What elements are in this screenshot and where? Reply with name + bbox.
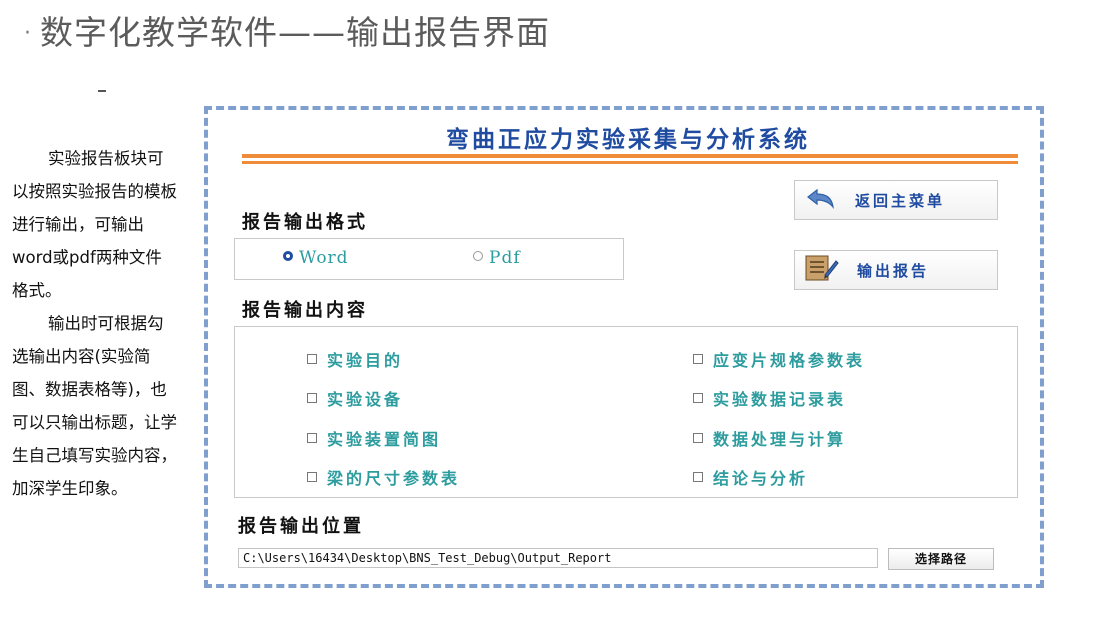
slide-title-text: 数字化教学软件——输出报告界面 — [40, 13, 550, 52]
export-report-label: 输出报告 — [857, 261, 930, 280]
back-arrow-icon — [805, 187, 837, 213]
checkbox-icon — [693, 393, 703, 403]
pdf-radio-label: Pdf — [489, 248, 521, 268]
checkbox-label: 应变片规格参数表 — [713, 351, 866, 370]
checkbox-icon — [693, 433, 703, 443]
checkbox-icon — [307, 393, 317, 403]
back-to-main-menu-button[interactable]: 返回主菜单 — [794, 180, 998, 220]
app-window: 弯曲正应力实验采集与分析系统 返回主菜单 输出报告 报告输出格式 Word Pd… — [204, 106, 1044, 588]
checkbox-label: 实验目的 — [327, 351, 404, 370]
choose-path-button[interactable]: 选择路径 — [888, 548, 994, 570]
word-radio-option[interactable]: Word — [283, 248, 349, 268]
app-title: 弯曲正应力实验采集与分析系统 — [446, 126, 810, 153]
checkbox-label: 数据处理与计算 — [713, 430, 847, 449]
export-report-button[interactable]: 输出报告 — [794, 250, 998, 290]
checkbox-icon — [307, 433, 317, 443]
checkbox-label: 实验装置简图 — [327, 430, 442, 449]
side-description: 实验报告板块可以按照实验报告的模板进行输出，可输出word或pdf两种文件格式。… — [12, 142, 178, 505]
checkbox-label: 结论与分析 — [713, 469, 809, 488]
title-rule-bottom — [242, 161, 1018, 164]
checkbox-label: 梁的尺寸参数表 — [327, 469, 461, 488]
word-radio-selected-icon — [283, 251, 293, 261]
checkbox-icon — [693, 472, 703, 482]
location-section-heading: 报告输出位置 — [238, 516, 364, 537]
checkbox-experiment-purpose[interactable]: 实验目的 — [307, 347, 403, 371]
output-path-input[interactable]: C:\Users\16434\Desktop\BNS_Test_Debug\Ou… — [238, 548, 878, 568]
checkbox-beam-dimension-table[interactable]: 梁的尺寸参数表 — [307, 465, 460, 489]
format-panel: Word Pdf — [234, 238, 624, 280]
checkbox-conclusion-analysis[interactable]: 结论与分析 — [693, 465, 808, 489]
back-to-main-menu-label: 返回主菜单 — [855, 191, 946, 210]
pdf-radio-unselected-icon — [473, 251, 483, 261]
checkbox-experiment-equipment[interactable]: 实验设备 — [307, 386, 403, 410]
format-section-heading: 报告输出格式 — [242, 212, 368, 233]
small-dash-mark — [98, 90, 106, 92]
side-paragraph-1: 实验报告板块可以按照实验报告的模板进行输出，可输出word或pdf两种文件格式。 — [12, 149, 177, 300]
content-section-heading: 报告输出内容 — [242, 300, 368, 321]
checkbox-data-processing[interactable]: 数据处理与计算 — [693, 426, 846, 450]
pdf-radio-option[interactable]: Pdf — [473, 248, 521, 268]
checkbox-label: 实验设备 — [327, 390, 404, 409]
checkbox-icon — [307, 354, 317, 364]
word-radio-label: Word — [299, 248, 349, 268]
slide-title: · 数字化教学软件——输出报告界面 — [24, 6, 550, 54]
checkbox-label: 实验数据记录表 — [713, 390, 847, 409]
checkbox-data-record-table[interactable]: 实验数据记录表 — [693, 386, 846, 410]
title-bullet: · — [24, 21, 32, 46]
side-paragraph-2: 输出时可根据勾选输出内容(实验简图、数据表格等)，也可以只输出标题，让学生自己填… — [12, 314, 177, 498]
checkbox-icon — [693, 354, 703, 364]
content-panel: 实验目的 应变片规格参数表 实验设备 实验数据记录表 实验装置简图 数据处理与计… — [234, 326, 1018, 498]
checkbox-apparatus-diagram[interactable]: 实验装置简图 — [307, 426, 441, 450]
checkbox-strain-gauge-spec-table[interactable]: 应变片规格参数表 — [693, 347, 865, 371]
title-rule-top — [242, 154, 1018, 158]
report-document-icon — [803, 253, 839, 287]
checkbox-icon — [307, 472, 317, 482]
